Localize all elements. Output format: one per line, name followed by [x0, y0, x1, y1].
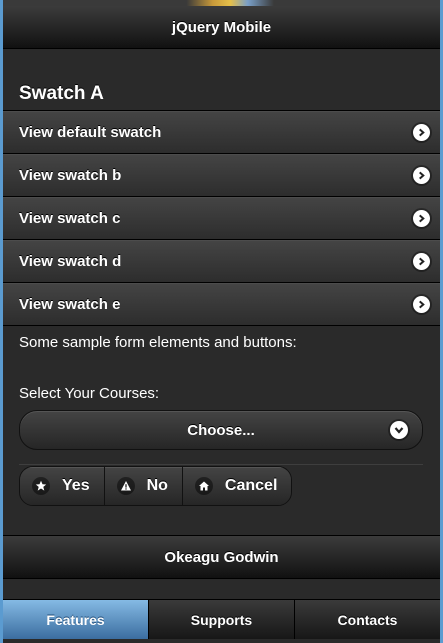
- tab-features[interactable]: Features: [3, 600, 149, 640]
- chevron-right-icon: [413, 210, 430, 227]
- bottom-navbar: Features Supports Contacts: [3, 599, 440, 640]
- footer-spacer: [3, 579, 440, 599]
- page-content: Swatch A View default swatch View swatch…: [3, 49, 440, 535]
- home-icon: [194, 477, 213, 495]
- action-button-group: Yes No Cancel: [19, 466, 293, 506]
- list-item-swatch-e[interactable]: View swatch e: [3, 283, 440, 326]
- list-item-swatch-b[interactable]: View swatch b: [3, 154, 440, 197]
- swatch-list: View default swatch View swatch b View s…: [3, 110, 440, 326]
- cancel-button[interactable]: Cancel: [182, 467, 292, 505]
- app-page: jQuery Mobile Swatch A View default swat…: [3, 0, 440, 643]
- list-item-label: View swatch d: [19, 253, 122, 270]
- yes-button-label: Yes: [62, 477, 90, 494]
- form-divider: [19, 464, 423, 465]
- cancel-button-label: Cancel: [224, 477, 278, 494]
- list-item-label: View default swatch: [19, 124, 162, 141]
- list-item-swatch-c[interactable]: View swatch c: [3, 197, 440, 240]
- chevron-right-icon: [413, 167, 430, 184]
- footer-title: Okeagu Godwin: [164, 548, 279, 566]
- page-footer: Okeagu Godwin: [3, 535, 440, 579]
- chevron-right-icon: [413, 253, 430, 270]
- list-item-default-swatch[interactable]: View default swatch: [3, 111, 440, 154]
- bottom-spacer: [3, 639, 440, 643]
- list-item-swatch-d[interactable]: View swatch d: [3, 240, 440, 283]
- alert-icon: [116, 477, 135, 495]
- list-item-label: View swatch e: [19, 296, 121, 313]
- page-header: jQuery Mobile: [3, 6, 440, 49]
- list-item-label: View swatch b: [19, 167, 122, 184]
- tab-supports[interactable]: Supports: [149, 600, 295, 640]
- courses-select-value: Choose...: [187, 421, 255, 439]
- tab-contacts[interactable]: Contacts: [295, 600, 440, 640]
- chevron-right-icon: [413, 124, 430, 141]
- sample-form-intro: Some sample form elements and buttons:: [19, 334, 297, 351]
- no-button-label: No: [146, 477, 168, 494]
- yes-button[interactable]: Yes: [20, 467, 105, 505]
- page-title: jQuery Mobile: [171, 18, 272, 36]
- courses-select-label: Select Your Courses:: [19, 385, 160, 402]
- list-item-label: View swatch c: [19, 210, 121, 227]
- tab-features-label: Features: [46, 612, 105, 628]
- chevron-right-icon: [413, 296, 430, 313]
- tab-contacts-label: Contacts: [337, 612, 398, 628]
- chevron-down-icon: [390, 421, 408, 439]
- courses-select[interactable]: Choose...: [19, 410, 423, 450]
- star-icon: [32, 477, 50, 495]
- tab-supports-label: Supports: [190, 612, 253, 628]
- swatch-heading: Swatch A: [19, 83, 104, 104]
- no-button[interactable]: No: [104, 467, 183, 505]
